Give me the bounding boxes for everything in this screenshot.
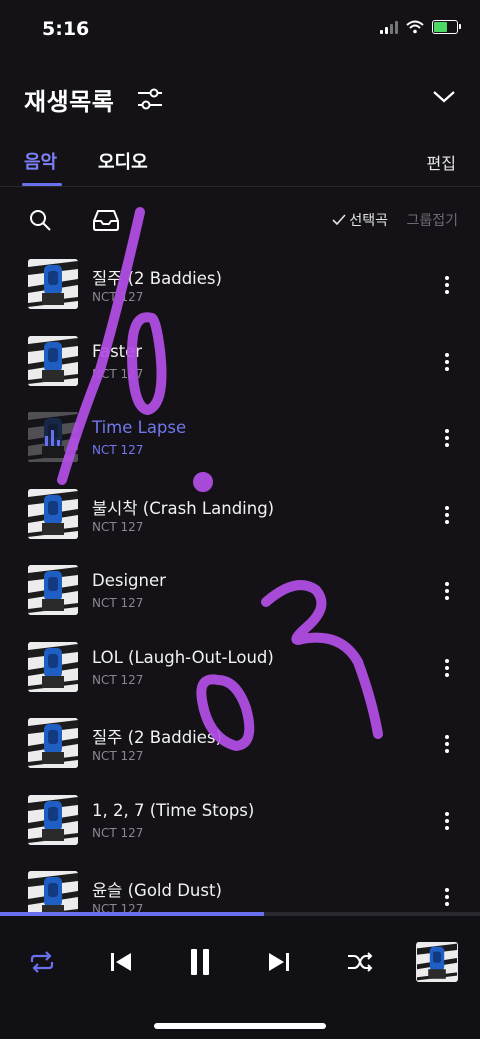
song-title: 질주 (2 Baddies) (92, 728, 222, 747)
equalizer-icon (28, 412, 78, 462)
song-title: LOL (Laugh-Out-Loud) (92, 647, 274, 667)
list-toolbar: 선택곡 그룹접기 (0, 200, 480, 240)
playlist-row[interactable]: Designer NCT 127 (0, 553, 480, 630)
song-artist: NCT 127 (92, 672, 144, 687)
playlist-row[interactable]: LOL (Laugh-Out-Loud) NCT 127 (0, 630, 480, 707)
song-title: 질주 (2 Baddies) (92, 269, 222, 288)
tab-audio[interactable]: 오디오 (98, 148, 148, 174)
wifi-icon (406, 20, 424, 34)
song-title: Time Lapse (92, 418, 187, 437)
pause-icon[interactable] (186, 947, 214, 977)
battery-icon (432, 20, 461, 34)
select-songs-button[interactable]: 선택곡 (332, 210, 388, 230)
song-title: 불시착 (Crash Landing) (92, 498, 275, 518)
more-vertical-icon[interactable] (444, 505, 450, 525)
playlist-row[interactable]: 질주 (2 Baddies) NCT 127 (0, 247, 480, 324)
more-vertical-icon[interactable] (444, 734, 450, 754)
page-title: 재생목록 (24, 88, 115, 116)
playlist-row-now-playing[interactable]: Time Lapse NCT 127 (0, 400, 480, 477)
tab-music[interactable]: 음악 (24, 148, 57, 174)
edit-button[interactable]: 편집 (427, 150, 456, 174)
select-songs-label: 선택곡 (349, 213, 388, 229)
home-indicator[interactable] (154, 1023, 326, 1029)
now-playing-artwork[interactable] (416, 942, 458, 982)
more-vertical-icon[interactable] (444, 811, 450, 831)
song-artist: NCT 127 (92, 443, 144, 457)
chevron-down-icon[interactable] (432, 86, 456, 106)
album-art (28, 565, 78, 615)
album-art (28, 641, 78, 692)
tray-icon[interactable] (92, 208, 120, 232)
song-artist: NCT 127 (92, 825, 144, 840)
more-vertical-icon[interactable] (444, 658, 450, 678)
song-title: 윤슬 (Gold Dust) (92, 881, 222, 900)
previous-icon[interactable] (108, 950, 134, 974)
album-art (28, 794, 78, 845)
album-art (28, 871, 78, 912)
song-artist: NCT 127 (92, 902, 144, 912)
search-icon[interactable] (28, 208, 52, 232)
album-art (28, 412, 78, 462)
song-title: 1, 2, 7 (Time Stops) (92, 800, 255, 820)
more-vertical-icon[interactable] (444, 275, 450, 295)
song-artist: NCT 127 (92, 749, 144, 763)
album-art (28, 259, 78, 309)
status-time: 5:16 (42, 18, 90, 40)
cellular-signal-icon (380, 20, 398, 34)
song-artist: NCT 127 (92, 366, 144, 381)
repeat-icon[interactable] (28, 950, 56, 974)
playlist-row[interactable]: 1, 2, 7 (Time Stops) NCT 127 (0, 783, 480, 860)
album-art (28, 335, 78, 386)
player-controls (0, 916, 480, 1039)
song-artist: NCT 127 (92, 519, 144, 534)
filter-icon[interactable] (136, 86, 164, 112)
playlist-row[interactable]: Faster NCT 127 (0, 324, 480, 401)
more-vertical-icon[interactable] (444, 581, 450, 601)
album-art (28, 718, 78, 768)
song-artist: NCT 127 (92, 290, 144, 304)
playlist-row[interactable]: 윤슬 (Gold Dust) NCT 127 (0, 859, 480, 912)
song-title: Faster (92, 341, 143, 361)
song-artist: NCT 127 (92, 596, 144, 610)
playlist: 질주 (2 Baddies) NCT 127 Faster NCT 127 Time L… (0, 247, 480, 912)
group-collapse-button[interactable]: 그룹접기 (406, 210, 458, 230)
more-vertical-icon[interactable] (444, 887, 450, 907)
more-vertical-icon[interactable] (444, 428, 450, 448)
playlist-header: 재생목록 (0, 80, 480, 120)
check-icon (332, 214, 346, 226)
album-art (28, 488, 78, 539)
next-icon[interactable] (266, 950, 292, 974)
playlist-row[interactable]: 불시착 (Crash Landing) NCT 127 (0, 477, 480, 554)
status-bar: 5:16 (0, 0, 480, 56)
shuffle-icon[interactable] (346, 950, 374, 974)
tab-bar: 음악 오디오 편집 (0, 142, 480, 187)
active-tab-indicator (22, 183, 62, 186)
status-icons (380, 20, 461, 34)
playlist-row[interactable]: 질주 (2 Baddies) NCT 127 (0, 706, 480, 783)
song-title: Designer (92, 571, 166, 590)
more-vertical-icon[interactable] (444, 352, 450, 372)
